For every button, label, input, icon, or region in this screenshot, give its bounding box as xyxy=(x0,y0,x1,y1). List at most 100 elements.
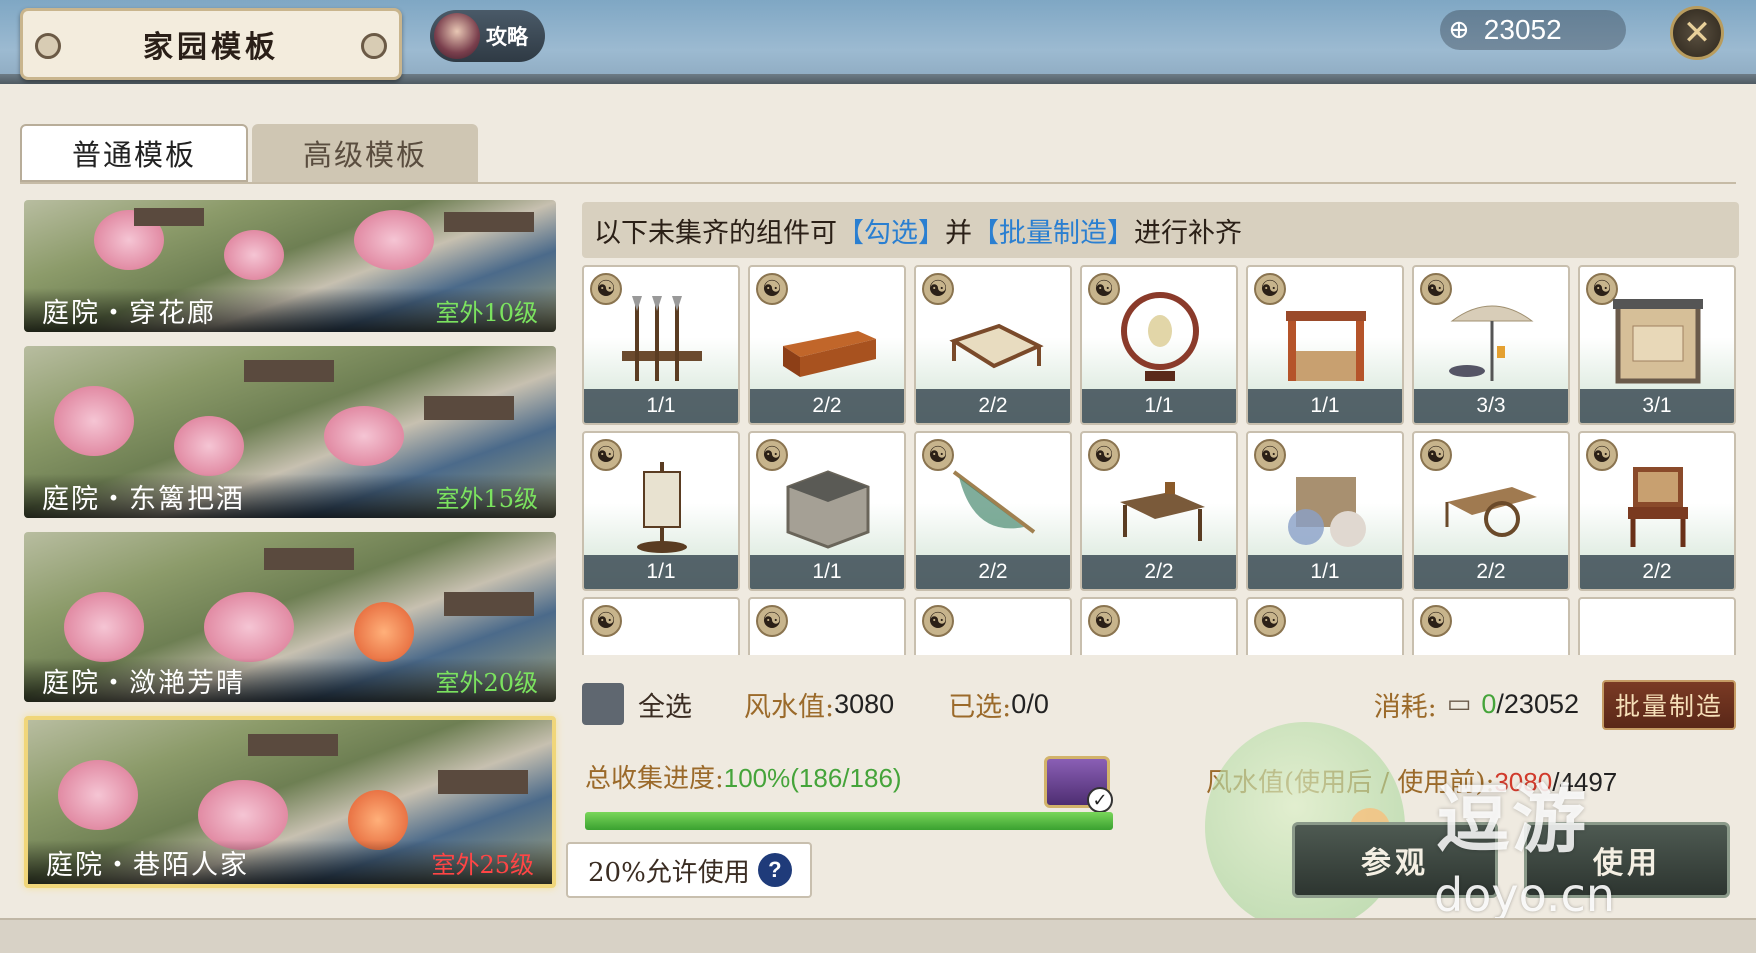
component-cell[interactable]: ☯ 1/1 xyxy=(582,431,740,591)
hint-select-link[interactable]: 【勾选】 xyxy=(837,211,945,250)
yin-yang-icon: ☯ xyxy=(1420,605,1452,637)
component-cell[interactable]: ☯ 1/1 xyxy=(748,431,906,591)
help-icon[interactable]: ? xyxy=(757,853,792,887)
component-count: 2/2 xyxy=(1082,555,1236,589)
table-bench-icon xyxy=(1110,457,1210,553)
component-count: 2/2 xyxy=(916,555,1070,589)
guide-avatar xyxy=(434,13,480,59)
yin-yang-icon: ☯ xyxy=(756,605,788,637)
component-cell[interactable]: ☯ xyxy=(582,597,740,655)
component-cell[interactable]: ☯ 1/1 xyxy=(1080,265,1238,425)
component-count: 1/1 xyxy=(750,555,904,589)
component-cell[interactable]: ☯ 2/2 xyxy=(1578,431,1736,591)
title-box: 家园模板 xyxy=(20,8,402,80)
component-cell[interactable]: ☯ xyxy=(1412,597,1570,655)
yin-yang-icon: ☯ xyxy=(1088,605,1120,637)
template-caption: 庭院・潋滟芳晴 室外20级 xyxy=(24,658,556,702)
template-card[interactable]: 庭院・东篱把酒 室外15级 xyxy=(24,346,556,518)
blossom-tree xyxy=(174,416,244,476)
progress-bar xyxy=(585,812,1113,830)
template-name: 庭院・东篱把酒 xyxy=(42,483,245,515)
component-cell[interactable]: ☯ 3/3 xyxy=(1412,265,1570,425)
watermark-url: doyo.cn xyxy=(1434,868,1615,922)
template-card[interactable]: 庭院・潋滟芳晴 室外20级 xyxy=(24,532,556,702)
component-cell[interactable]: ☯ xyxy=(1080,597,1238,655)
component-count: 1/1 xyxy=(584,555,738,589)
component-cell[interactable]: ☯ 2/2 xyxy=(914,265,1072,425)
component-count: 2/2 xyxy=(1414,555,1568,589)
stall-icon xyxy=(1276,291,1376,387)
weapon-rack-icon xyxy=(612,291,712,387)
component-cell[interactable]: ☯ 3/1 xyxy=(1578,265,1736,425)
pavilion-roof xyxy=(444,212,534,232)
reward-chest-icon[interactable]: ✓ xyxy=(1044,756,1113,813)
net-icon xyxy=(944,457,1044,553)
component-cell[interactable]: ☯ 2/2 xyxy=(1080,431,1238,591)
component-cell[interactable]: ☯ 1/1 xyxy=(1246,265,1404,425)
blossom-tree xyxy=(224,230,284,280)
selected-value: 0/0 xyxy=(1011,688,1049,719)
component-cell[interactable]: ☯ 2/2 xyxy=(1412,431,1570,591)
component-count: 3/3 xyxy=(1414,389,1568,423)
component-count: 2/2 xyxy=(750,389,904,423)
pavilion-roof xyxy=(264,548,354,570)
template-level: 室外10级 xyxy=(435,298,538,327)
pavilion-roof xyxy=(444,592,534,616)
component-cell[interactable]: ☯ 2/2 xyxy=(914,431,1072,591)
component-grid: ☯ 1/1 ☯ 2/2 ☯ 2/2 ☯ 1/1 ☯ 1/1 ☯ 3/3 ☯ 3/1 ☯ 1/1 ☯ 1/1 ☯ 2/2… xyxy=(582,265,1739,655)
allow-usage-box: 20%允许使用 ? xyxy=(566,842,812,898)
component-count: 3/1 xyxy=(1580,389,1734,423)
template-card-selected[interactable]: 庭院・巷陌人家 室外25级 xyxy=(24,716,556,888)
template-caption: 庭院・东篱把酒 室外15级 xyxy=(24,474,556,518)
allow-usage-text: 20%允许使用 xyxy=(588,857,750,888)
maple-tree xyxy=(354,602,414,662)
cost-total: /23052 xyxy=(1496,688,1579,719)
blossom-tree xyxy=(58,760,138,830)
component-cell[interactable] xyxy=(1578,597,1736,655)
hint-text: 进行补齐 xyxy=(1134,217,1242,249)
template-name: 庭院・潋滟芳晴 xyxy=(42,667,245,699)
select-all-checkbox[interactable] xyxy=(582,683,624,725)
component-cell[interactable]: ☯ xyxy=(914,597,1072,655)
blossom-tree xyxy=(54,386,134,456)
check-icon: ✓ xyxy=(1087,787,1113,813)
bottom-strip xyxy=(0,918,1756,953)
hint-text: 并 xyxy=(945,217,972,249)
cart-icon xyxy=(1442,457,1542,553)
close-button[interactable]: ✕ xyxy=(1670,6,1724,60)
yin-yang-icon: ☯ xyxy=(922,605,954,637)
guide-label: 攻略 xyxy=(486,24,528,49)
component-cell[interactable]: ☯ 1/1 xyxy=(1246,431,1404,591)
pavilion-roof xyxy=(244,360,334,382)
tab-advanced-template[interactable]: 高级模板 xyxy=(252,124,478,182)
hint-batch-link[interactable]: 【批量制造】 xyxy=(972,211,1134,250)
armchair-icon xyxy=(1608,457,1708,553)
tab-normal-template[interactable]: 普通模板 xyxy=(20,124,248,182)
template-card[interactable]: 庭院・穿花廊 室外10级 xyxy=(24,200,556,332)
bed-icon xyxy=(944,291,1044,387)
guide-button[interactable]: 攻略 xyxy=(430,10,545,62)
component-cell[interactable]: ☯ xyxy=(748,597,906,655)
fengshui-label: 风水值: xyxy=(744,691,835,723)
component-cell[interactable]: ☯ xyxy=(1246,597,1404,655)
component-cell[interactable]: ☯ 2/2 xyxy=(748,265,906,425)
select-all-label: 全选 xyxy=(638,691,692,723)
currency-display[interactable]: ⊕ 23052 xyxy=(1440,10,1626,50)
blossom-tree xyxy=(324,406,404,466)
close-icon: ✕ xyxy=(1682,13,1712,53)
batch-make-button[interactable]: 批量制造 xyxy=(1602,680,1736,730)
knot-ornament-icon xyxy=(29,27,67,65)
template-caption: 庭院・巷陌人家 室外25级 xyxy=(28,840,552,884)
cost-used: 0 xyxy=(1481,688,1497,719)
template-level: 室外20级 xyxy=(435,668,538,697)
screen-wall-icon xyxy=(1608,291,1708,387)
component-count: 1/1 xyxy=(1248,389,1402,423)
controls-row: 全选 风水值: 3080 已选: 0/0 消耗: ▭ 0/23052 xyxy=(582,676,1739,732)
progress-value: 100%(186/186) xyxy=(723,763,902,793)
template-level: 室外15级 xyxy=(435,484,538,513)
component-count: 1/1 xyxy=(1082,389,1236,423)
progress-fill xyxy=(585,812,1113,830)
selected-label: 已选: xyxy=(948,691,1012,723)
component-cell[interactable]: ☯ 1/1 xyxy=(582,265,740,425)
pavilion-roof xyxy=(134,208,204,226)
